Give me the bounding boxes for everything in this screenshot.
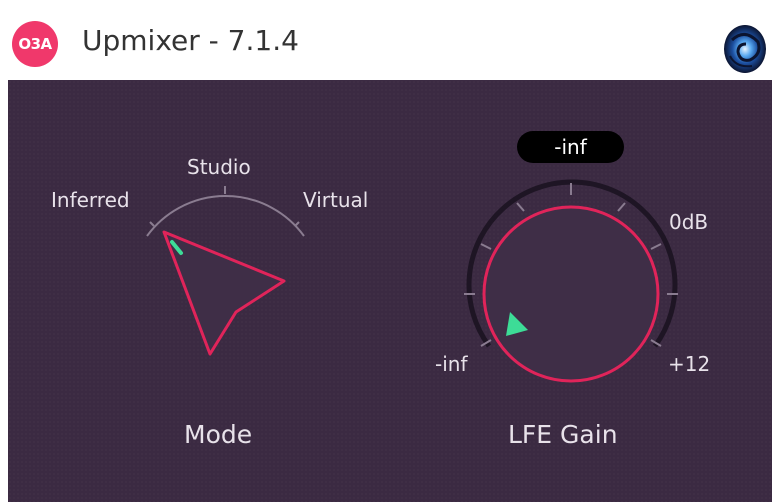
knobs-layer [146, 179, 678, 383]
mode-scale-arc [146, 195, 305, 237]
mode-label: Mode [184, 420, 253, 449]
mode-option-inferred[interactable]: Inferred [51, 188, 130, 212]
mode-tick-inferred [149, 221, 155, 227]
lfe-mid-label: 0dB [669, 210, 709, 234]
lfe-value-display: -inf [517, 131, 624, 163]
mode-knob[interactable] [162, 230, 286, 356]
lfe-gain-knob[interactable] [482, 205, 660, 383]
lfe-gain-label: LFE Gain [508, 420, 618, 449]
mode-option-studio[interactable]: Studio [187, 155, 251, 179]
lfe-max-label: +12 [668, 352, 711, 376]
mode-option-virtual[interactable]: Virtual [303, 188, 368, 212]
mode-tick-virtual [294, 221, 300, 227]
lfe-min-label: -inf [435, 352, 468, 376]
